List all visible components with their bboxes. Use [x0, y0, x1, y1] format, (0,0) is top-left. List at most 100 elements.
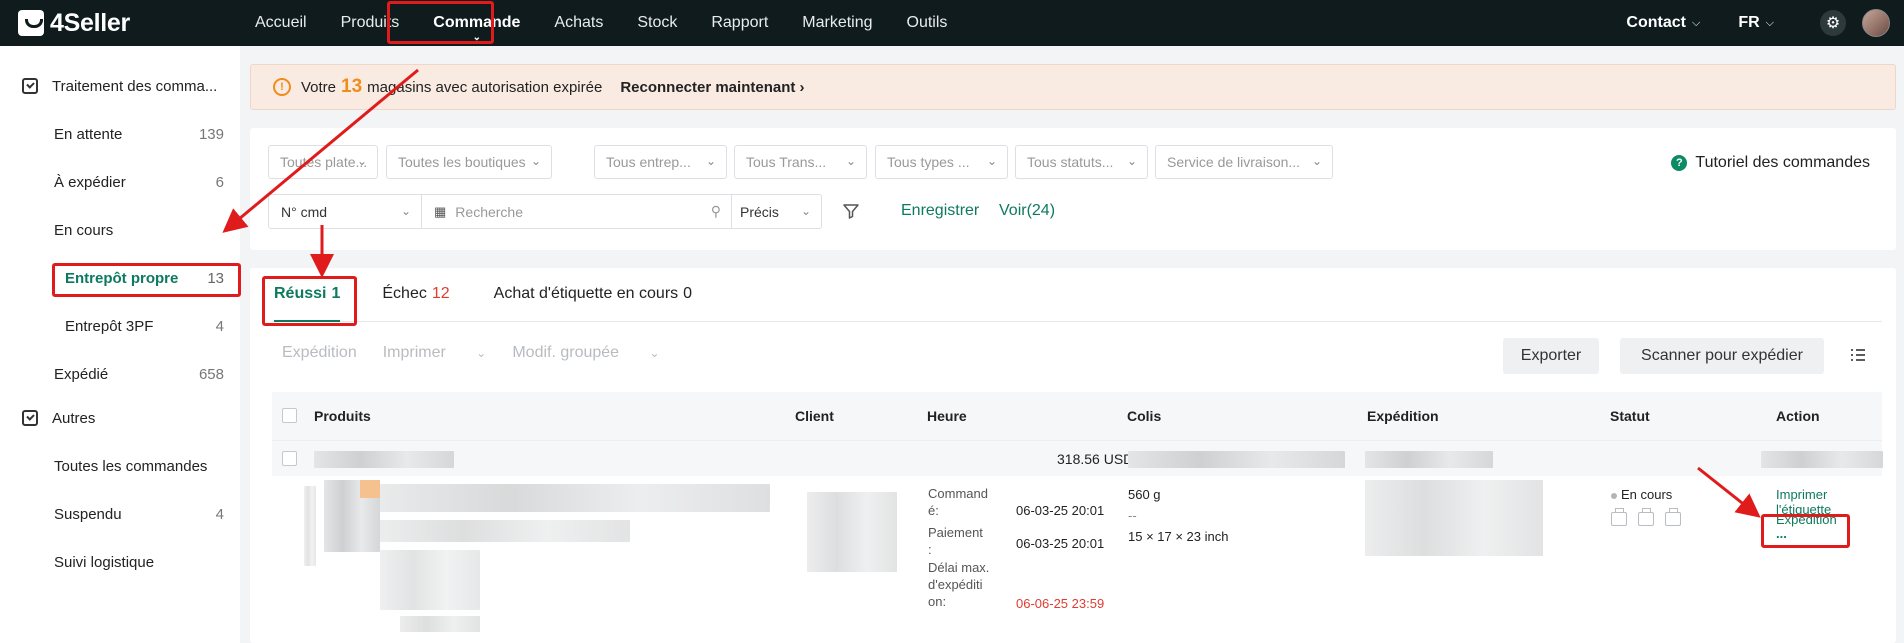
- nav-accueil[interactable]: Accueil: [238, 0, 324, 46]
- sidebar-group-others[interactable]: Autres: [0, 398, 240, 438]
- carrier-select-value: Tous Trans...: [746, 154, 827, 170]
- sidebar-item-label: En cours: [54, 221, 114, 239]
- grid-icon: ▦: [434, 203, 447, 219]
- type-select-value: Tous types ...: [887, 154, 970, 170]
- status-badge: En cours: [1621, 487, 1673, 502]
- blurred-checkbox-area: [304, 486, 316, 566]
- chevron-down-icon: ⌵: [1765, 16, 1774, 29]
- filter-funnel-icon[interactable]: [842, 202, 860, 220]
- package-weight: 560 g: [1128, 487, 1161, 502]
- status-dot: [1611, 493, 1617, 499]
- sidebar-item-label: Entrepôt propre: [65, 269, 179, 287]
- sidebar-item-count: 658: [198, 365, 224, 383]
- select-all-checkbox[interactable]: [282, 408, 297, 423]
- header-client: Client: [795, 408, 834, 424]
- view-saved-link[interactable]: Voir(24): [999, 202, 1055, 220]
- status-tabs: Réussi 1 Échec 12 Achat d'étiquette en cou…: [272, 268, 1882, 322]
- blurred-shop: [1128, 451, 1345, 468]
- sidebar-group-label: Autres: [52, 409, 96, 427]
- sidebar-item-expedie[interactable]: Expédié 658: [0, 350, 240, 398]
- type-select[interactable]: Tous types ... ⌄: [875, 145, 1008, 179]
- bulk-print-label: Imprimer: [382, 344, 446, 361]
- search-input[interactable]: ▦ Recherche ⚲: [422, 194, 732, 229]
- tab-label: Achat d'étiquette en cours: [493, 285, 679, 302]
- brand-logo[interactable]: 4Seller: [18, 9, 198, 38]
- chevron-down-icon: ⌄: [530, 154, 541, 168]
- main-nav: Accueil Produits Commande ⌄ Achats Stock…: [238, 0, 964, 46]
- bulk-print-button[interactable]: Imprimer ⌄: [383, 344, 487, 362]
- blurred-product-meta: [380, 550, 480, 610]
- sidebar-item-a-expedier[interactable]: À expédier 6: [0, 158, 240, 206]
- sidebar-item-label: À expédier: [54, 173, 126, 191]
- sidebar-item-en-cours[interactable]: En cours: [0, 206, 240, 254]
- column-settings-icon[interactable]: [1850, 348, 1866, 362]
- blurred-order-id: [314, 451, 454, 468]
- tutorial-label: Tutoriel des commandes: [1695, 154, 1870, 171]
- sidebar-item-entrepot-propre[interactable]: Entrepôt propre 13: [0, 254, 240, 302]
- chevron-down-icon: ⌄: [649, 346, 660, 360]
- search-placeholder: Recherche: [455, 203, 523, 220]
- match-mode-select[interactable]: Précis ⌄: [732, 194, 822, 229]
- shop-select[interactable]: Toutes les boutiques ⌄: [386, 145, 552, 179]
- search-type-select[interactable]: N° cmd ⌄: [268, 194, 422, 229]
- tab-echec[interactable]: Échec 12: [382, 267, 449, 321]
- tab-achat-etiquette[interactable]: Achat d'étiquette en cours 0: [494, 267, 692, 321]
- expired-auth-alert: ! Votre 13 magasins avec autorisation ex…: [250, 64, 1896, 110]
- sidebar-group-processing[interactable]: Traitement des comma...: [0, 66, 240, 106]
- more-actions-link[interactable]: ...: [1776, 526, 1787, 541]
- order-checkbox[interactable]: [282, 451, 297, 466]
- sidebar-item-suspendu[interactable]: Suspendu 4: [0, 490, 240, 538]
- nav-marketing[interactable]: Marketing: [785, 0, 889, 46]
- blurred-shipping-info: [1365, 480, 1543, 556]
- delivery-service-select[interactable]: Service de livraison... ⌄: [1155, 145, 1333, 179]
- carrier-select[interactable]: Tous Trans... ⌄: [734, 145, 867, 179]
- nav-rapport[interactable]: Rapport: [694, 0, 785, 46]
- product-image-accent: [360, 480, 380, 498]
- tab-count: 12: [431, 285, 450, 302]
- chevron-down-icon: ⌄: [845, 154, 856, 168]
- gear-icon[interactable]: ⚙: [1820, 10, 1846, 36]
- shop-select-value: Toutes les boutiques: [398, 154, 526, 170]
- reconnect-link[interactable]: Reconnecter maintenant ›: [620, 79, 804, 96]
- bulk-edit-button[interactable]: Modif. groupée ⌄: [512, 344, 659, 362]
- save-filter-link[interactable]: Enregistrer: [901, 202, 979, 220]
- shipping-link[interactable]: Expédition: [1776, 512, 1837, 527]
- blurred-action-meta: [1761, 451, 1883, 468]
- bulk-shipping-button[interactable]: Expédition: [282, 344, 357, 362]
- sidebar-item-count: 139: [198, 125, 224, 143]
- warehouse-select[interactable]: Tous entrep... ⌄: [594, 145, 727, 179]
- avatar[interactable]: [1862, 9, 1890, 37]
- nav-commande[interactable]: Commande ⌄: [416, 0, 537, 46]
- language-menu[interactable]: FR ⌵: [1738, 14, 1774, 32]
- contact-label: Contact: [1626, 14, 1686, 31]
- warning-icon: !: [273, 78, 291, 96]
- sidebar-item-entrepot-3pf[interactable]: Entrepôt 3PF 4: [0, 302, 240, 350]
- printer-icon[interactable]: [1665, 508, 1681, 526]
- status-select[interactable]: Tous statuts... ⌄: [1015, 145, 1148, 179]
- sidebar-item-en-attente[interactable]: En attente 139: [0, 110, 240, 158]
- nav-produits[interactable]: Produits: [324, 0, 417, 46]
- scan-ship-button[interactable]: Scanner pour expédier: [1620, 338, 1824, 374]
- sidebar-group-label: Traitement des comma...: [52, 77, 218, 95]
- nav-outils[interactable]: Outils: [890, 0, 965, 46]
- search-row: N° cmd ⌄ ▦ Recherche ⚲ Précis ⌄: [268, 194, 822, 229]
- header-heure: Heure: [927, 408, 967, 424]
- table-header: Produits Client Heure Colis Expédition S…: [272, 392, 1882, 440]
- printer-icon[interactable]: [1638, 508, 1654, 526]
- sidebar-item-suivi-logistique[interactable]: Suivi logistique: [0, 538, 240, 586]
- chevron-down-icon: ⌄: [800, 204, 811, 218]
- platform-select[interactable]: Toutes plate... ⌄: [268, 145, 378, 179]
- export-button[interactable]: Exporter: [1503, 338, 1599, 374]
- tutorial-link[interactable]: ? Tutoriel des commandes: [1671, 154, 1870, 172]
- nav-stock[interactable]: Stock: [620, 0, 694, 46]
- nav-achats[interactable]: Achats: [537, 0, 620, 46]
- printer-icon[interactable]: [1611, 508, 1627, 526]
- order-row: Command é: 06-03-25 20:01 Paiement : 06-…: [272, 476, 1882, 643]
- tab-reussi[interactable]: Réussi 1: [274, 267, 341, 322]
- chevron-down-icon: ⌄: [472, 32, 482, 43]
- sidebar-item-label: Toutes les commandes: [54, 457, 208, 475]
- sidebar-item-toutes-commandes[interactable]: Toutes les commandes: [0, 442, 240, 490]
- tab-count: 0: [683, 285, 693, 302]
- contact-menu[interactable]: Contact ⌵: [1626, 14, 1700, 32]
- search-type-value: N° cmd: [281, 203, 328, 220]
